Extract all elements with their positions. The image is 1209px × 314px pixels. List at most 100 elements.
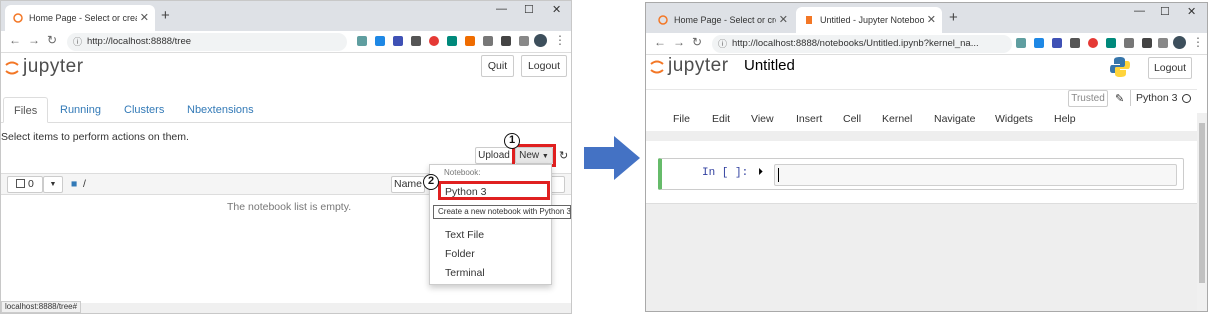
playlist-icon[interactable]	[519, 36, 529, 46]
avatar[interactable]	[1173, 36, 1186, 49]
back-icon[interactable]: ←	[9, 33, 21, 47]
breadcrumb[interactable]: /	[83, 178, 86, 190]
minimize-icon[interactable]: —	[496, 3, 507, 15]
new-tab-icon[interactable]: +	[161, 7, 170, 25]
tab-nbextensions[interactable]: Nbextensions	[177, 97, 264, 123]
python3-tooltip: Create a new notebook with Python 3	[433, 205, 571, 219]
menu-insert[interactable]: Insert	[796, 113, 822, 125]
callout-number: 2	[423, 174, 439, 190]
browser-tab-home[interactable]: Home Page - Select or create a ✕	[5, 5, 155, 31]
menu-view[interactable]: View	[751, 113, 774, 125]
trusted-indicator[interactable]: Trusted	[1068, 90, 1108, 107]
menu-item-folder[interactable]: Folder	[445, 248, 475, 260]
minimize-icon[interactable]: —	[1134, 5, 1145, 17]
select-all-checkbox[interactable]: 0	[7, 176, 43, 193]
extension-icon[interactable]	[1034, 38, 1044, 48]
kebab-menu-icon[interactable]: ⋮	[1192, 35, 1204, 49]
menu-edit[interactable]: Edit	[712, 113, 730, 125]
forward-icon[interactable]: →	[673, 35, 685, 49]
vertical-scrollbar[interactable]	[1197, 113, 1207, 311]
address-bar[interactable]: ⓘ http://localhost:8888/tree	[67, 33, 347, 51]
jupyter-logo-icon	[5, 61, 19, 75]
maximize-icon[interactable]: ☐	[524, 3, 534, 16]
kebab-menu-icon[interactable]: ⋮	[554, 33, 566, 47]
name-sort-button[interactable]: Name	[391, 176, 425, 193]
extension-icon[interactable]	[1070, 38, 1080, 48]
code-cell[interactable]: In [ ]: ⏵	[658, 158, 1184, 190]
forward-icon[interactable]: →	[28, 33, 40, 47]
menu-cell[interactable]: Cell	[843, 113, 861, 125]
menu-kernel[interactable]: Kernel	[882, 113, 912, 125]
extension-icon[interactable]	[393, 36, 403, 46]
right-browser-window: Home Page - Select or create a ✕ Untitle…	[645, 2, 1208, 312]
extension-icon[interactable]	[1016, 38, 1026, 48]
extension-icon[interactable]	[447, 36, 457, 46]
menu-widgets[interactable]: Widgets	[995, 113, 1033, 125]
logout-button[interactable]: Logout	[521, 55, 567, 77]
menu-item-text-file[interactable]: Text File	[445, 229, 484, 241]
notebook-toolbar-area: Trusted ✎ Python 3	[646, 89, 1197, 133]
empty-list-message: The notebook list is empty.	[227, 201, 352, 213]
extension-icon[interactable]	[429, 36, 439, 46]
extension-icon[interactable]	[375, 36, 385, 46]
toolbar-divider	[1130, 90, 1131, 106]
new-tab-icon[interactable]: +	[949, 9, 958, 27]
left-browser-window: Home Page - Select or create a ✕ + — ☐ ✕…	[0, 0, 572, 314]
address-bar[interactable]: ⓘ http://localhost:8888/notebooks/Untitl…	[712, 35, 1012, 53]
quit-button[interactable]: Quit	[481, 55, 514, 77]
back-icon[interactable]: ←	[654, 35, 666, 49]
extension-icon[interactable]	[357, 36, 367, 46]
notebook-name[interactable]: Untitled	[744, 57, 795, 74]
camera-icon[interactable]	[483, 36, 493, 46]
folder-icon[interactable]: ■	[71, 178, 77, 190]
browser-tab-untitled[interactable]: Untitled - Jupyter Notebook ✕	[796, 7, 942, 33]
tab-close-icon[interactable]: ✕	[779, 7, 788, 33]
camera-icon[interactable]	[1124, 38, 1134, 48]
run-cell-icon[interactable]: ⏵	[758, 167, 763, 178]
cell-input[interactable]	[774, 164, 1177, 186]
window-close-icon[interactable]: ✕	[1187, 5, 1196, 18]
menu-help[interactable]: Help	[1054, 113, 1076, 125]
refresh-icon[interactable]: ↻	[559, 149, 568, 162]
extension-icon[interactable]	[1106, 38, 1116, 48]
python-logo-icon	[1110, 57, 1130, 77]
cell-prompt: In [ ]:	[702, 167, 749, 179]
browser-tab-home[interactable]: Home Page - Select or create a ✕	[650, 7, 794, 33]
reload-icon[interactable]: ↻	[692, 35, 702, 49]
window-close-icon[interactable]: ✕	[552, 3, 561, 16]
tab-clusters[interactable]: Clusters	[114, 97, 174, 123]
tab-running[interactable]: Running	[50, 97, 111, 123]
menu-item-terminal[interactable]: Terminal	[445, 267, 485, 279]
menu-section-header: Notebook:	[444, 168, 481, 177]
tab-files[interactable]: Files	[3, 97, 49, 123]
puzzle-icon[interactable]	[1142, 38, 1152, 48]
playlist-icon[interactable]	[1158, 38, 1168, 48]
jupyter-logo[interactable]: jupyter	[5, 56, 105, 82]
browser-tab-label: Home Page - Select or create a	[29, 13, 137, 23]
maximize-icon[interactable]: ☐	[1160, 5, 1170, 18]
scrollbar-thumb[interactable]	[1199, 123, 1205, 283]
puzzle-icon[interactable]	[501, 36, 511, 46]
edit-name-icon[interactable]: ✎	[1115, 92, 1124, 105]
logout-button[interactable]: Logout	[1148, 57, 1192, 79]
extension-icon[interactable]	[1088, 38, 1098, 48]
notebook-header: jupyter Untitled Logout	[646, 55, 1207, 89]
jupyter-logo[interactable]: jupyter	[650, 55, 750, 81]
extension-icon[interactable]	[411, 36, 421, 46]
browser-tab-label: Untitled - Jupyter Notebook	[820, 15, 924, 25]
menu-navigate[interactable]: Navigate	[934, 113, 975, 125]
menu-file[interactable]: File	[673, 113, 690, 125]
select-dropdown-icon[interactable]: ▼	[43, 176, 63, 193]
notebook-favicon-icon	[806, 16, 812, 24]
address-toolbar: ← → ↻ ⓘ http://localhost:8888/notebooks/…	[646, 33, 1207, 55]
horizontal-scrollbar[interactable]	[1, 303, 571, 313]
text-cursor	[778, 168, 779, 182]
tab-close-icon[interactable]: ✕	[927, 7, 936, 33]
reload-icon[interactable]: ↻	[47, 33, 57, 47]
extension-icon[interactable]	[1052, 38, 1062, 48]
avatar[interactable]	[534, 34, 547, 47]
jupyter-logo-text: jupyter	[23, 56, 84, 77]
extension-icon[interactable]	[465, 36, 475, 46]
upload-button[interactable]: Upload	[475, 147, 513, 164]
tab-close-icon[interactable]: ✕	[140, 5, 149, 31]
